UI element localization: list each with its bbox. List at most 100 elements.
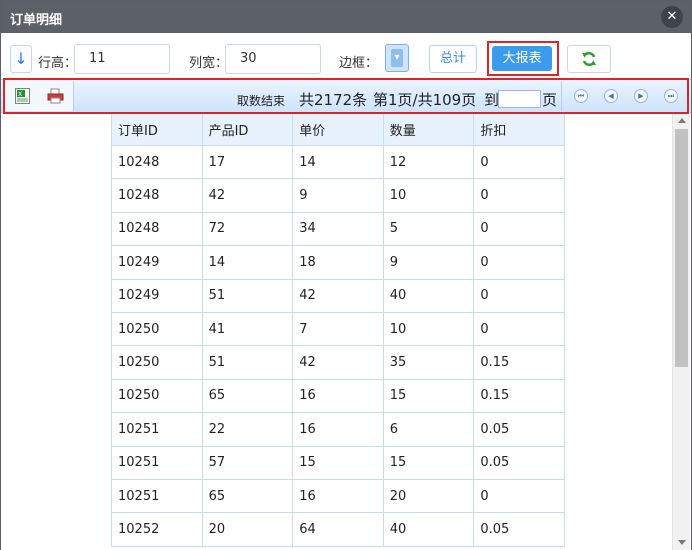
first-page-icon[interactable]: ⏮ bbox=[574, 89, 588, 103]
table-row[interactable]: 10248 42 9 10 0 bbox=[111, 178, 565, 213]
next-page-icon[interactable]: ▶ bbox=[634, 89, 648, 103]
table-cell[interactable]: 51 bbox=[201, 345, 294, 380]
table-cell[interactable]: 51 bbox=[201, 278, 294, 313]
table-cell[interactable]: 14 bbox=[201, 245, 294, 280]
row-height-input[interactable]: 11 bbox=[74, 44, 170, 74]
table-cell[interactable]: 10250 bbox=[111, 378, 203, 414]
table-cell[interactable]: 6 bbox=[382, 412, 475, 447]
table-cell[interactable]: 0.05 bbox=[473, 512, 565, 547]
table-row[interactable]: 10252 20 64 40 0.05 bbox=[111, 512, 565, 547]
window-title: 订单明细 bbox=[10, 13, 63, 28]
col-width-input[interactable]: 30 bbox=[225, 44, 321, 74]
table-row[interactable]: 10250 51 42 35 0.15 bbox=[111, 345, 565, 380]
table-cell[interactable]: 18 bbox=[292, 245, 384, 280]
table-cell[interactable]: 10252 bbox=[111, 512, 203, 547]
table-cell[interactable]: 0 bbox=[473, 144, 565, 180]
table-cell[interactable]: 10250 bbox=[111, 311, 203, 347]
table-cell[interactable]: 16 bbox=[292, 478, 384, 514]
chevron-down-icon: ▾ bbox=[391, 49, 403, 67]
table-cell[interactable]: 42 bbox=[292, 345, 384, 380]
table-cell[interactable]: 0.15 bbox=[473, 345, 565, 380]
border-select[interactable]: ▾ bbox=[385, 44, 409, 72]
table-cell[interactable]: 16 bbox=[292, 378, 384, 414]
scroll-up-icon[interactable] bbox=[678, 118, 686, 123]
prev-page-icon[interactable]: ◀ bbox=[604, 89, 618, 103]
table-cell[interactable]: 10 bbox=[382, 311, 475, 347]
table-cell[interactable]: 10249 bbox=[111, 245, 203, 280]
column-header[interactable]: 单价 bbox=[292, 113, 384, 146]
table-cell[interactable]: 34 bbox=[292, 211, 384, 247]
vertical-scrollbar[interactable] bbox=[672, 113, 690, 550]
table-cell[interactable]: 9 bbox=[382, 245, 475, 280]
table-cell[interactable]: 35 bbox=[382, 345, 475, 380]
total-button[interactable]: 总计 bbox=[429, 45, 477, 73]
table-cell[interactable]: 64 bbox=[292, 512, 384, 547]
close-icon[interactable]: ✕ bbox=[661, 6, 683, 28]
table-cell[interactable]: 10249 bbox=[111, 278, 203, 313]
table-cell[interactable]: 0 bbox=[473, 311, 565, 347]
scroll-down-icon[interactable] bbox=[678, 540, 686, 545]
table-cell[interactable]: 72 bbox=[201, 211, 294, 247]
table-cell[interactable]: 9 bbox=[292, 178, 384, 213]
table-cell[interactable]: 10248 bbox=[111, 144, 203, 180]
table-cell[interactable]: 42 bbox=[292, 278, 384, 313]
table-cell[interactable]: 16 bbox=[292, 412, 384, 447]
column-header[interactable]: 产品ID bbox=[201, 113, 294, 146]
table-row[interactable]: 10249 51 42 40 0 bbox=[111, 278, 565, 313]
table-row[interactable]: 10249 14 18 9 0 bbox=[111, 245, 565, 280]
big-report-button[interactable]: 大报表 bbox=[492, 46, 552, 71]
table-row[interactable]: 10250 41 7 10 0 bbox=[111, 311, 565, 347]
table-cell[interactable]: 20 bbox=[382, 478, 475, 514]
table-row[interactable]: 10248 17 14 12 0 bbox=[111, 144, 565, 180]
table-cell[interactable]: 7 bbox=[292, 311, 384, 347]
table-cell[interactable]: 14 bbox=[292, 144, 384, 180]
table-cell[interactable]: 15 bbox=[382, 445, 475, 480]
table-cell[interactable]: 10251 bbox=[111, 478, 203, 514]
goto-page-input[interactable] bbox=[498, 90, 541, 108]
table-cell[interactable]: 65 bbox=[201, 378, 294, 414]
table-cell[interactable]: 42 bbox=[201, 178, 294, 213]
refresh-button[interactable] bbox=[567, 45, 611, 73]
print-icon[interactable] bbox=[47, 88, 64, 104]
table-cell[interactable]: 40 bbox=[382, 512, 475, 547]
table-cell[interactable]: 10 bbox=[382, 178, 475, 213]
toolbar: ↓ 行高： 11 列宽： 30 边框： ▾ 总计 大报表 bbox=[1, 33, 691, 79]
table-cell[interactable]: 10248 bbox=[111, 211, 203, 247]
column-header[interactable]: 数量 bbox=[382, 113, 475, 146]
order-detail-window: 订单明细 ✕ ↓ 行高： 11 列宽： 30 边框： ▾ 总计 大报表 X 取数… bbox=[0, 0, 692, 550]
sort-down-arrow-icon[interactable]: ↓ bbox=[10, 45, 32, 73]
table-cell[interactable]: 0 bbox=[473, 245, 565, 280]
table-cell[interactable]: 5 bbox=[382, 211, 475, 247]
table-cell[interactable]: 0.05 bbox=[473, 445, 565, 480]
table-cell[interactable]: 0 bbox=[473, 278, 565, 313]
table-row[interactable]: 10251 57 15 15 0.05 bbox=[111, 445, 565, 480]
table-row[interactable]: 10248 72 34 5 0 bbox=[111, 211, 565, 247]
last-page-icon[interactable]: ⏭ bbox=[664, 89, 678, 103]
table-row[interactable]: 10251 22 16 6 0.05 bbox=[111, 412, 565, 447]
table-cell[interactable]: 15 bbox=[292, 445, 384, 480]
table-cell[interactable]: 22 bbox=[201, 412, 294, 447]
column-header[interactable]: 订单ID bbox=[111, 113, 203, 146]
table-cell[interactable]: 10248 bbox=[111, 178, 203, 213]
table-cell[interactable]: 0.05 bbox=[473, 412, 565, 447]
table-cell[interactable]: 20 bbox=[201, 512, 294, 547]
table-cell[interactable]: 41 bbox=[201, 311, 294, 347]
table-cell[interactable]: 40 bbox=[382, 278, 475, 313]
table-cell[interactable]: 10251 bbox=[111, 445, 203, 480]
column-header[interactable]: 折扣 bbox=[473, 113, 565, 146]
table-cell[interactable]: 10250 bbox=[111, 345, 203, 380]
excel-icon[interactable]: X bbox=[15, 88, 30, 104]
table-cell[interactable]: 0.15 bbox=[473, 378, 565, 414]
table-cell[interactable]: 17 bbox=[201, 144, 294, 180]
table-cell[interactable]: 0 bbox=[473, 178, 565, 213]
table-cell[interactable]: 65 bbox=[201, 478, 294, 514]
table-row[interactable]: 10251 65 16 20 0 bbox=[111, 478, 565, 514]
table-cell[interactable]: 0 bbox=[473, 478, 565, 514]
table-cell[interactable]: 10251 bbox=[111, 412, 203, 447]
table-cell[interactable]: 57 bbox=[201, 445, 294, 480]
table-cell[interactable]: 12 bbox=[382, 144, 475, 180]
table-row[interactable]: 10250 65 16 15 0.15 bbox=[111, 378, 565, 414]
table-cell[interactable]: 0 bbox=[473, 211, 565, 247]
scrollbar-thumb[interactable] bbox=[675, 129, 688, 367]
table-cell[interactable]: 15 bbox=[382, 378, 475, 414]
